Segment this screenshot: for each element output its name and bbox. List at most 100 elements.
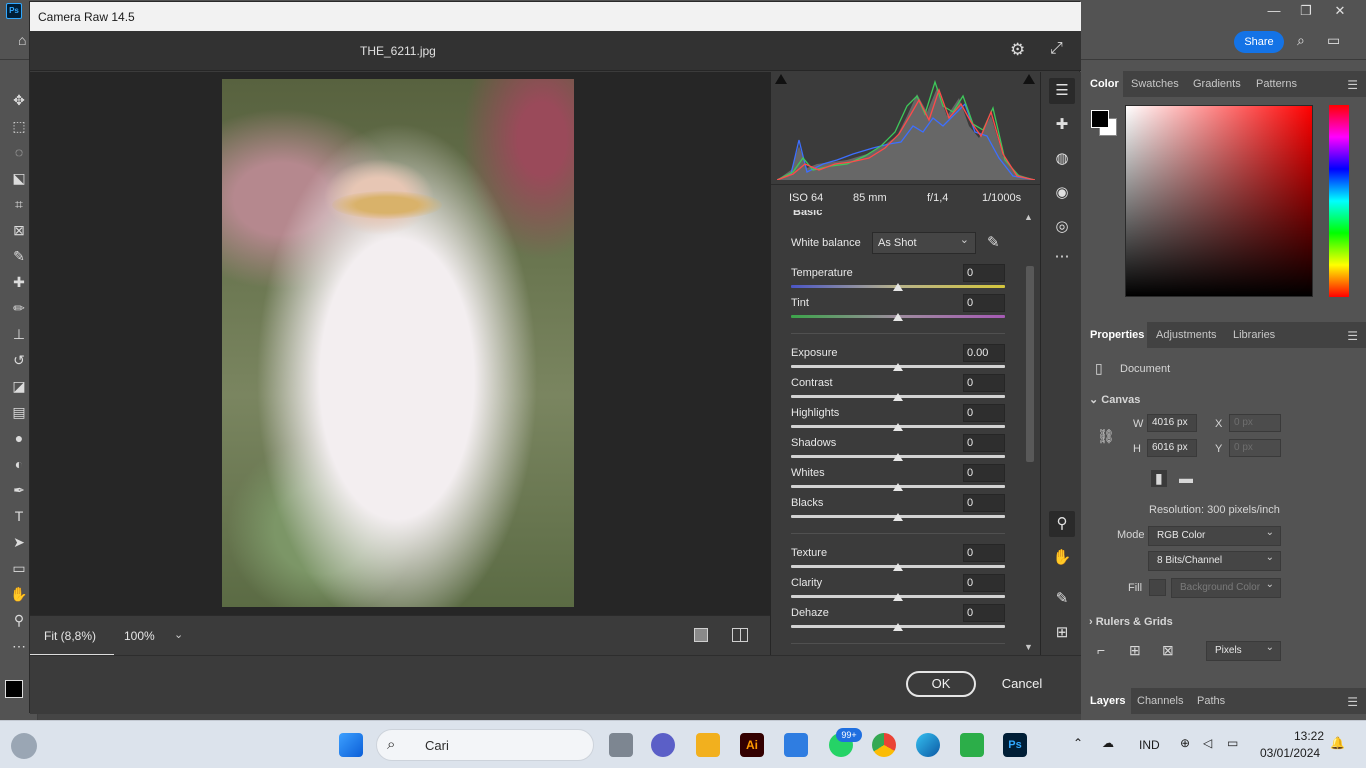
workspace-icon[interactable]: ▭	[1327, 32, 1340, 49]
guides-icon[interactable]: ⊠	[1162, 642, 1174, 659]
edit-sliders-icon[interactable]: ☰	[1049, 78, 1075, 104]
share-button[interactable]: Share	[1234, 31, 1284, 53]
weather-icon[interactable]	[11, 733, 37, 759]
home-icon[interactable]: ⌂	[18, 32, 26, 48]
chevron-down-icon[interactable]: ⌄	[174, 628, 183, 641]
eyedropper-tool-icon[interactable]: ✎	[9, 246, 29, 266]
brush-tool-icon[interactable]: ✏	[9, 298, 29, 318]
grid-icon[interactable]: ⊞	[1129, 642, 1141, 659]
tab-paths[interactable]: Paths	[1197, 688, 1225, 714]
blacks-value[interactable]: 0	[963, 494, 1005, 512]
stamp-tool-icon[interactable]: ⊥	[9, 324, 29, 344]
path-select-tool-icon[interactable]: ➤	[9, 532, 29, 552]
search-icon[interactable]: ⌕	[1297, 32, 1305, 49]
dehaze-slider-thumb[interactable]	[893, 623, 903, 631]
highlights-slider-thumb[interactable]	[893, 423, 903, 431]
edge-icon[interactable]	[916, 733, 940, 757]
color-sampler-icon[interactable]: ✎	[1049, 586, 1075, 612]
cancel-button[interactable]: Cancel	[992, 676, 1052, 691]
battery-icon[interactable]: ▭	[1227, 736, 1238, 750]
fill-swatch[interactable]	[1149, 579, 1166, 596]
fill-select[interactable]: Background Color	[1171, 576, 1281, 598]
close-window-button[interactable]: ✕	[1324, 0, 1356, 22]
basic-section-header[interactable]: Basic	[793, 210, 822, 218]
fullscreen-icon[interactable]: ⤢	[1050, 40, 1063, 58]
marquee-tool-icon[interactable]: ⬚	[9, 116, 29, 136]
task-view-icon[interactable]	[609, 733, 633, 757]
whites-slider-thumb[interactable]	[893, 483, 903, 491]
units-select[interactable]: Pixels	[1206, 639, 1281, 661]
clarity-slider-thumb[interactable]	[893, 593, 903, 601]
bit-depth-select[interactable]: 8 Bits/Channel	[1148, 549, 1281, 571]
tray-chevron-icon[interactable]: ⌃	[1073, 736, 1083, 750]
exposure-value[interactable]: 0.00	[963, 344, 1005, 362]
rulers-section-toggle[interactable]: › Rulers & Grids	[1089, 616, 1173, 628]
gradient-tool-icon[interactable]: ▤	[9, 402, 29, 422]
tab-color[interactable]: Color	[1081, 71, 1123, 97]
gear-icon[interactable]: ⚙	[1010, 40, 1025, 60]
tab-layers[interactable]: Layers	[1081, 688, 1131, 714]
tab-gradients[interactable]: Gradients	[1193, 71, 1241, 97]
hue-slider[interactable]	[1329, 105, 1349, 297]
windows-start-icon[interactable]	[339, 733, 363, 757]
panel-scrollbar[interactable]: ▲ ▼	[1024, 212, 1034, 652]
link-dimensions-icon[interactable]: ⛓	[1097, 428, 1115, 445]
chrome-icon[interactable]	[872, 733, 896, 757]
tab-properties[interactable]: Properties	[1081, 322, 1147, 348]
meet-icon[interactable]	[651, 733, 675, 757]
blacks-slider-thumb[interactable]	[893, 513, 903, 521]
zoom-fit-button[interactable]: Fit (8,8%)	[30, 616, 114, 656]
canvas-section-toggle[interactable]: ⌄ Canvas	[1089, 393, 1140, 406]
move-tool-icon[interactable]: ✥	[9, 90, 29, 110]
texture-value[interactable]: 0	[963, 544, 1005, 562]
ok-button[interactable]: OK	[906, 671, 976, 697]
tab-channels[interactable]: Channels	[1137, 688, 1183, 714]
lasso-tool-icon[interactable]: ◌	[9, 142, 29, 162]
tab-libraries[interactable]: Libraries	[1233, 322, 1275, 348]
red-eye-icon[interactable]: ◉	[1049, 180, 1075, 206]
clarity-value[interactable]: 0	[963, 574, 1005, 592]
healing-tool-icon[interactable]: ✚	[9, 272, 29, 292]
green-app-icon[interactable]	[960, 733, 984, 757]
volume-icon[interactable]: ◁	[1203, 736, 1212, 750]
tint-slider-thumb[interactable]	[893, 313, 903, 321]
maximize-button[interactable]: ❐	[1290, 0, 1322, 22]
highlights-value[interactable]: 0	[963, 404, 1005, 422]
crop-tool-icon[interactable]: ⌗	[9, 194, 29, 214]
microsoft-store-icon[interactable]	[784, 733, 808, 757]
foreground-color-swatch[interactable]	[1091, 110, 1109, 128]
contrast-value[interactable]: 0	[963, 374, 1005, 392]
tint-value[interactable]: 0	[963, 294, 1005, 312]
portrait-orientation-icon[interactable]: ▮	[1151, 470, 1167, 487]
hand-tool-icon[interactable]: ✋	[9, 584, 29, 604]
panel-menu-icon[interactable]: ☰	[1347, 695, 1358, 709]
masking-icon[interactable]: ◍	[1049, 146, 1075, 172]
hand-icon[interactable]: ✋	[1049, 545, 1075, 571]
eyedropper-icon[interactable]: ✎	[987, 233, 1000, 251]
language-indicator[interactable]: IND	[1139, 738, 1160, 752]
blur-tool-icon[interactable]: ●	[9, 428, 29, 448]
contrast-slider-thumb[interactable]	[893, 393, 903, 401]
white-balance-select[interactable]: As Shot	[872, 230, 976, 254]
photo-preview[interactable]	[222, 79, 574, 607]
exposure-slider-thumb[interactable]	[893, 363, 903, 371]
illustrator-icon[interactable]: Ai	[740, 733, 764, 757]
shadows-slider-thumb[interactable]	[893, 453, 903, 461]
scroll-up-icon[interactable]: ▲	[1024, 212, 1033, 222]
temperature-slider-thumb[interactable]	[893, 283, 903, 291]
eraser-tool-icon[interactable]: ◪	[9, 376, 29, 396]
tab-swatches[interactable]: Swatches	[1131, 71, 1179, 97]
x-input[interactable]: 0 px	[1229, 414, 1281, 432]
history-brush-tool-icon[interactable]: ↺	[9, 350, 29, 370]
panel-menu-icon[interactable]: ☰	[1347, 78, 1358, 92]
mode-select[interactable]: RGB Color	[1148, 524, 1281, 546]
cloud-icon[interactable]: ☁	[1102, 736, 1114, 750]
single-view-icon[interactable]	[694, 628, 708, 642]
presets-icon[interactable]: ◎	[1049, 214, 1075, 240]
more-tools-icon[interactable]: ⋯	[9, 636, 29, 656]
healing-icon[interactable]: ✚	[1049, 112, 1075, 138]
pen-tool-icon[interactable]: ✒	[9, 480, 29, 500]
clock-date[interactable]: 03/01/2024	[1260, 746, 1320, 760]
clock-time[interactable]: 13:22	[1294, 729, 1324, 743]
grid-overlay-icon[interactable]: ⊞	[1049, 620, 1075, 646]
